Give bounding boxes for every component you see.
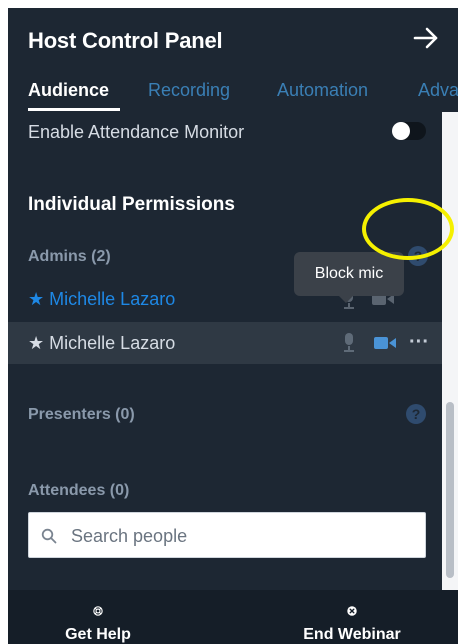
get-help-button[interactable]: Get Help (8, 590, 188, 644)
toggle-knob (392, 122, 410, 140)
search-box (28, 512, 426, 559)
attendance-monitor-toggle[interactable] (392, 122, 426, 140)
active-tab-indicator (28, 108, 120, 111)
tab-recording[interactable]: Recording (148, 80, 230, 101)
panel-title: Host Control Panel (28, 28, 223, 53)
lifebuoy-icon (93, 606, 103, 616)
more-options-icon: ··· (409, 330, 429, 353)
collapse-panel-button[interactable] (404, 18, 448, 58)
help-glyph: ? (413, 248, 423, 264)
panel-footer: Get Help End Webinar (8, 590, 458, 644)
frame-edge-top (0, 0, 464, 8)
tooltip-arrow (339, 296, 353, 303)
tab-automation[interactable]: Automation (277, 80, 368, 101)
individual-permissions-title: Individual Permissions (28, 194, 235, 215)
attendance-monitor-label: Enable Attendance Monitor (28, 122, 245, 142)
frame-edge-right (458, 0, 464, 644)
presenters-help-icon[interactable]: ? (406, 404, 426, 424)
admins-help-icon[interactable]: ? (408, 246, 428, 266)
panel-header: Host Control Panel (8, 8, 458, 70)
tab-bar: Audience Recording Automation Adva (8, 70, 458, 112)
admin-row[interactable]: ★ Michelle Lazaro ··· (8, 322, 442, 364)
end-webinar-label: End Webinar (303, 626, 401, 643)
search-icon (41, 528, 57, 544)
audience-content: Enable Attendance Monitor Individual Per… (8, 112, 442, 590)
scrollbar-thumb[interactable] (446, 402, 454, 578)
mic-icon[interactable] (342, 333, 356, 353)
more-options-button[interactable]: ··· (404, 328, 434, 356)
host-control-panel: Host Control Panel Audience Recording Au… (0, 0, 464, 644)
admin-name: ★ Michelle Lazaro (28, 289, 176, 309)
attendees-label: Attendees (0) (28, 482, 130, 499)
admins-label: Admins (2) (28, 248, 111, 265)
tab-audience[interactable]: Audience (28, 80, 109, 101)
close-circle-icon (347, 606, 357, 616)
camera-icon[interactable] (374, 336, 396, 350)
star-icon: ★ (28, 333, 45, 353)
arrow-right-icon (413, 27, 438, 49)
help-glyph: ? (411, 406, 421, 422)
block-mic-tooltip: Block mic (294, 252, 404, 296)
get-help-label: Get Help (65, 626, 131, 643)
frame-edge-left (0, 0, 8, 644)
search-input[interactable] (69, 513, 423, 559)
star-icon: ★ (28, 289, 45, 309)
tab-advanced[interactable]: Adva (418, 80, 458, 101)
end-webinar-button[interactable]: End Webinar (262, 590, 442, 644)
presenters-label: Presenters (0) (28, 406, 135, 423)
admin-name: ★ Michelle Lazaro (28, 333, 176, 353)
